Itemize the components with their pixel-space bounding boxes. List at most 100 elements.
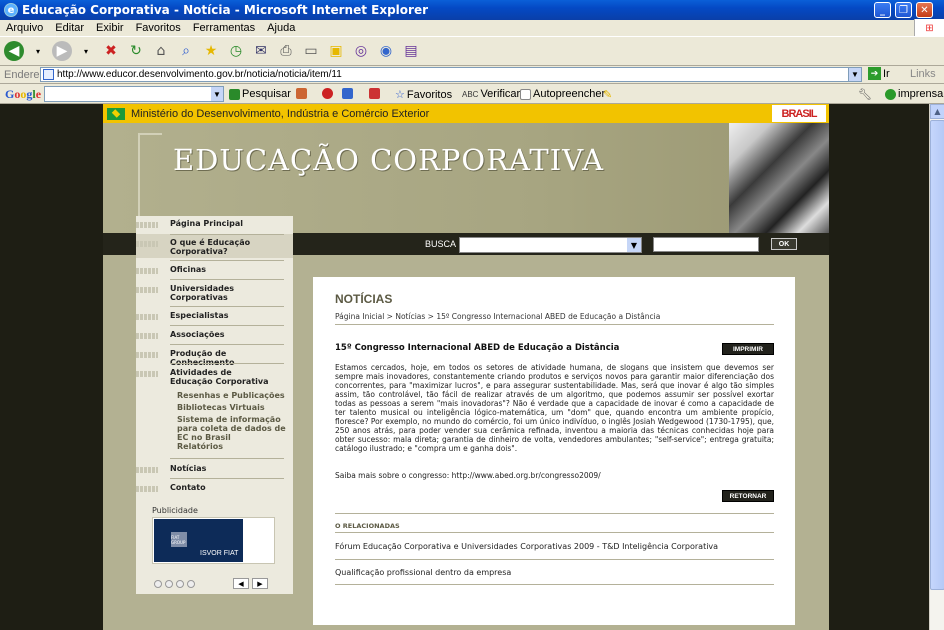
pagerank-icon <box>322 88 333 99</box>
carousel-dot[interactable] <box>154 580 162 588</box>
popup-blocker-button[interactable] <box>369 88 380 99</box>
menu-favoritos[interactable]: Favoritos <box>130 22 187 34</box>
search-input[interactable] <box>653 237 759 252</box>
scroll-up-icon[interactable]: ▲ <box>930 104 944 119</box>
print-link[interactable]: imprensa <box>885 88 943 100</box>
google-icon <box>229 88 240 100</box>
nav-item-noticias[interactable]: Notícias <box>136 464 293 473</box>
carousel-dot[interactable] <box>176 580 184 588</box>
discuss-icon[interactable]: ▣ <box>325 40 347 62</box>
print-button[interactable]: IMPRIMIR <box>722 343 774 355</box>
sub-item-relatorios[interactable]: Relatórios <box>177 442 223 451</box>
home-icon[interactable]: ⌂ <box>150 40 172 62</box>
vertical-scrollbar[interactable]: ▲ <box>929 104 944 630</box>
tools-icon[interactable]: ▤ <box>400 40 422 62</box>
news-button[interactable] <box>296 88 307 99</box>
autofill-button[interactable]: Autopreencher <box>520 88 605 100</box>
edit-icon[interactable]: ▭ <box>300 40 322 62</box>
spellcheck-button[interactable]: ABC Verificar <box>462 88 520 100</box>
sub-item-sistema[interactable]: Sistema de informação para coleta de dad… <box>177 415 287 442</box>
menu-exibir[interactable]: Exibir <box>90 22 130 34</box>
breadcrumb[interactable]: Página Inicial > Notícias > 15º Congress… <box>335 312 660 321</box>
chevron-down-icon[interactable]: ▼ <box>627 238 641 252</box>
more-info-link[interactable]: Saiba mais sobre o congresso: http://www… <box>335 471 601 480</box>
carousel-dots <box>154 580 195 588</box>
menu-editar[interactable]: Editar <box>49 22 90 34</box>
settings-button[interactable]: 🔧︎ <box>858 88 872 101</box>
mail-icon[interactable]: ✉ <box>250 40 272 62</box>
advertising-box: Publicidade FIAT GROUP ISVOR FIAT ◀ ▶ <box>136 504 293 594</box>
history-icon[interactable]: ◷ <box>225 40 247 62</box>
news-icon <box>296 88 307 99</box>
sub-item-resenhas[interactable]: Resenhas e Publicações <box>177 391 285 400</box>
links-label[interactable]: Links <box>910 68 936 80</box>
carousel-dot[interactable] <box>165 580 173 588</box>
highlighter-icon: ✎ <box>603 89 613 101</box>
chevron-down-icon[interactable]: ▾ <box>75 40 97 62</box>
nav-item-contato[interactable]: Contato <box>136 483 293 492</box>
print-icon[interactable]: ⎙ <box>275 40 297 62</box>
gov-bar: Ministério do Desenvolvimento, Indústria… <box>103 104 829 123</box>
search-category-select[interactable]: ▼ <box>459 237 642 253</box>
maximize-button[interactable]: ❐ <box>895 2 912 18</box>
sub-item-bibliotecas[interactable]: Bibliotecas Virtuais <box>177 403 265 412</box>
nav-item-producao[interactable]: Produção de Conhecimento <box>136 349 293 367</box>
chevron-down-icon[interactable]: ▼ <box>211 87 223 101</box>
brasil-logo[interactable]: BRASIL <box>772 105 826 122</box>
nav-item-pagina-principal[interactable]: Página Principal <box>136 219 293 228</box>
chevron-down-icon[interactable]: ▼ <box>848 67 862 82</box>
plus-button[interactable] <box>342 88 353 99</box>
favorites-icon[interactable]: ★ <box>200 40 222 62</box>
google-search-input[interactable]: ▼ <box>44 86 224 102</box>
go-arrow-icon: ➔ <box>868 67 881 80</box>
back-icon[interactable]: ◀ <box>4 41 24 61</box>
carousel-dot[interactable] <box>187 580 195 588</box>
forward-icon[interactable]: ▶ <box>52 41 72 61</box>
nav-item-universidades[interactable]: Universidades Corporativas <box>136 284 266 302</box>
brazil-flag-icon <box>107 107 125 120</box>
menu-ajuda[interactable]: Ajuda <box>261 22 301 34</box>
google-favorites-button[interactable]: ☆ Favoritos <box>395 88 452 102</box>
nav-item-o-que-e[interactable]: O que é Educação Corporativa? <box>136 238 266 256</box>
browser-window: e Educação Corporativa - Notícia - Micro… <box>0 0 944 630</box>
next-arrow-icon[interactable]: ▶ <box>252 578 268 589</box>
related-link[interactable]: Qualificação profissional dentro da empr… <box>335 568 511 577</box>
ministry-link[interactable]: Ministério do Desenvolvimento, Indústria… <box>131 108 429 120</box>
menu-ferramentas[interactable]: Ferramentas <box>187 22 261 34</box>
toolbar: ◀ ▾ ▶ ▾ ✖ ↻ ⌂ ⌕ ★ ◷ ✉ ⎙ ▭ ▣ ◎ ◉ ▤ <box>0 36 944 66</box>
isvor-fiat-label: ISVOR FIAT <box>200 550 239 557</box>
advertising-label: Publicidade <box>152 506 198 515</box>
chevron-down-icon[interactable]: ▾ <box>27 40 49 62</box>
close-button[interactable]: ✕ <box>916 2 933 18</box>
stop-icon[interactable]: ✖ <box>100 40 122 62</box>
research-icon[interactable]: ◉ <box>375 40 397 62</box>
scroll-thumb[interactable] <box>930 120 944 590</box>
plus-icon <box>342 88 353 99</box>
refresh-icon[interactable]: ↻ <box>125 40 147 62</box>
nav-item-associacoes[interactable]: Associações <box>136 330 293 339</box>
search-icon[interactable]: ⌕ <box>175 40 197 62</box>
related-label: O RELACIONADAS <box>335 522 400 530</box>
nav-item-atividades[interactable]: Atividades de Educação Corporativa <box>136 368 276 386</box>
isvor-fiat-banner[interactable]: FIAT GROUP ISVOR FIAT <box>152 517 275 564</box>
google-search-button[interactable]: Pesquisar <box>229 88 291 100</box>
highlighter-button[interactable]: ✎ <box>603 88 612 101</box>
address-input[interactable]: http://www.educor.desenvolvimento.gov.br… <box>40 67 862 82</box>
nav-item-especialistas[interactable]: Especialistas <box>136 311 293 320</box>
back-button[interactable]: RETORNAR <box>722 490 774 502</box>
go-button[interactable]: ➔ Ir <box>868 67 890 80</box>
menu-arquivo[interactable]: Arquivo <box>0 22 49 34</box>
star-icon: ☆ <box>395 89 405 101</box>
section-heading: NOTÍCIAS <box>335 292 393 306</box>
pagerank-button[interactable] <box>322 88 333 99</box>
nav-item-oficinas[interactable]: Oficinas <box>136 265 293 274</box>
page-icon <box>43 69 54 80</box>
autofill-icon <box>520 88 531 100</box>
prev-arrow-icon[interactable]: ◀ <box>233 578 249 589</box>
messenger-icon[interactable]: ◎ <box>350 40 372 62</box>
related-link[interactable]: Fórum Educação Corporativa e Universidad… <box>335 542 718 551</box>
search-ok-button[interactable]: OK <box>771 238 797 250</box>
search-label: BUSCA <box>425 239 457 249</box>
site-logo[interactable]: EDUCAÇÃO CORPORATIVA <box>173 143 604 177</box>
minimize-button[interactable]: _ <box>874 2 891 18</box>
